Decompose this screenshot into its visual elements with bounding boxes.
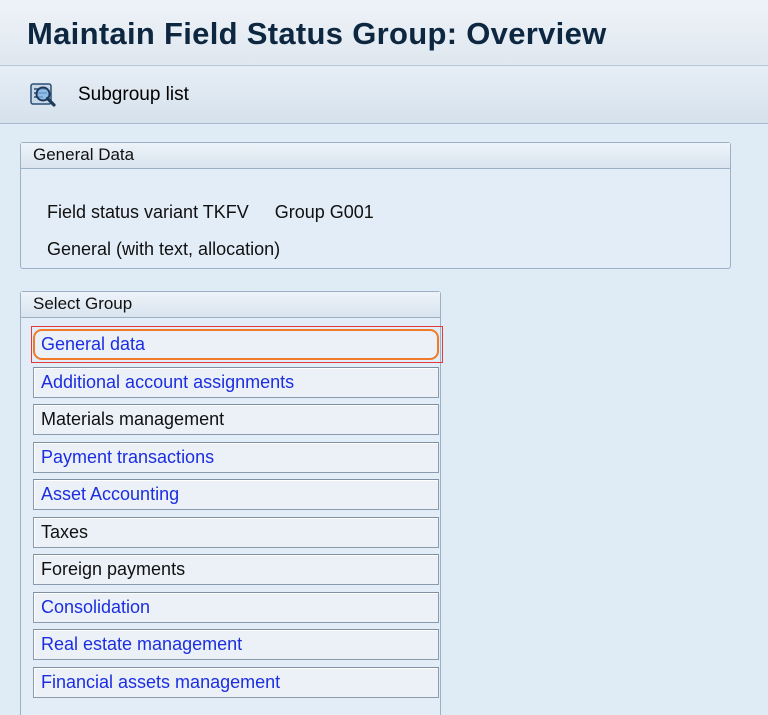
group-additional-account-assignments[interactable]: Additional account assignments <box>33 366 439 398</box>
group-financial-assets-management[interactable]: Financial assets management <box>33 666 439 698</box>
general-data-header: General Data <box>21 143 730 169</box>
group-description: General (with text, allocation) <box>47 239 281 259</box>
group-id: Group G001 <box>274 202 374 222</box>
field-status-variant: Field status variant TKFV <box>47 202 249 222</box>
application-toolbar: Subgroup list <box>0 67 768 124</box>
select-group-header: Select Group <box>21 292 440 318</box>
group-real-estate-management[interactable]: Real estate management <box>33 629 439 660</box>
group-general-data[interactable]: General data <box>33 329 439 360</box>
group-asset-accounting[interactable]: Asset Accounting <box>33 479 439 510</box>
general-data-panel: General Data Field status variant TKFV Gr… <box>20 142 731 269</box>
group-consolidation[interactable]: Consolidation <box>33 591 439 623</box>
variant-line: Field status variant TKFV Group G001 <box>47 202 374 223</box>
page-title: Maintain Field Status Group: Overview <box>27 16 607 51</box>
subgroup-list-button[interactable]: Subgroup list <box>29 80 189 110</box>
select-group-panel: Select Group General data Additional acc… <box>20 291 443 715</box>
magnifier-list-icon <box>30 83 56 107</box>
group-payment-transactions[interactable]: Payment transactions <box>33 441 439 473</box>
group-taxes[interactable]: Taxes <box>33 516 439 548</box>
group-materials-management[interactable]: Materials management <box>33 404 439 435</box>
group-foreign-payments[interactable]: Foreign payments <box>33 554 439 585</box>
subgroup-list-label: Subgroup list <box>78 84 189 105</box>
main-content: General Data Field status variant TKFV Gr… <box>0 125 768 715</box>
group-list: General data Additional account assignme… <box>31 326 443 704</box>
title-bar: Maintain Field Status Group: Overview <box>0 0 768 66</box>
